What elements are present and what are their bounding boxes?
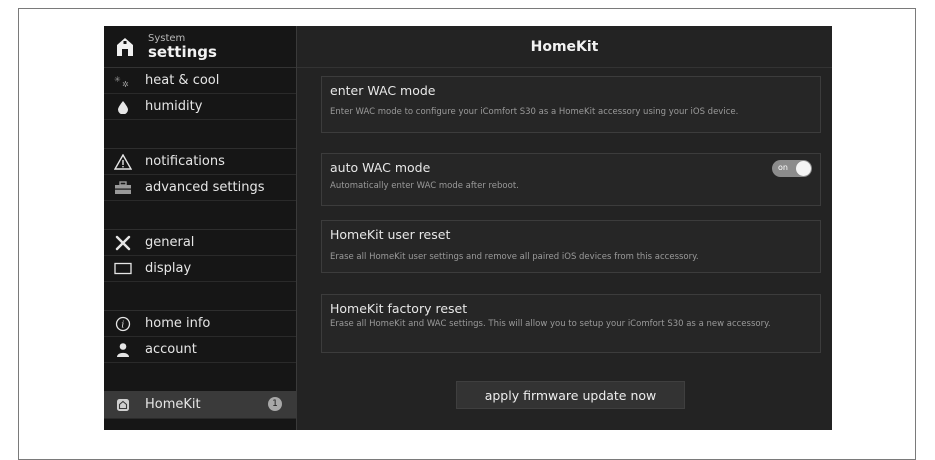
svg-text:✳: ✳ <box>114 75 121 84</box>
sidebar-item-account[interactable]: account <box>104 337 296 363</box>
sidebar-title: System settings <box>148 32 217 61</box>
tools-icon <box>114 235 132 251</box>
card-description: Erase all HomeKit and WAC settings. This… <box>330 319 771 329</box>
sidebar-item-advanced-settings[interactable]: advanced settings <box>104 175 296 201</box>
toggle-knob <box>796 161 811 176</box>
info-icon: i <box>114 316 132 332</box>
svg-text:i: i <box>121 320 124 330</box>
card-title: HomeKit factory reset <box>330 301 468 316</box>
sidebar-item-display[interactable]: display <box>104 256 296 282</box>
sidebar-item-label: heat & cool <box>145 73 220 88</box>
sidebar-item-humidity[interactable]: humidity <box>104 94 296 120</box>
homekit-user-reset-card[interactable]: HomeKit user reset Erase all HomeKit use… <box>321 220 821 273</box>
sidebar-item-homekit[interactable]: HomeKit 1 <box>104 391 296 419</box>
sidebar: System settings ✳ ✲ heat & cool humidity <box>104 26 297 430</box>
thermostat-screen: System settings ✳ ✲ heat & cool humidity <box>104 26 832 430</box>
home-icon <box>117 37 133 56</box>
page-title: HomeKit <box>297 26 832 68</box>
svg-text:✲: ✲ <box>122 80 129 88</box>
sidebar-item-label: home info <box>145 316 211 331</box>
sidebar-header: System settings <box>104 26 296 68</box>
sidebar-item-general[interactable]: general <box>104 230 296 256</box>
sidebar-title-small: System <box>148 32 186 44</box>
auto-wac-mode-card: auto WAC mode Automatically enter WAC mo… <box>321 153 821 206</box>
sidebar-item-notifications[interactable]: notifications <box>104 149 296 175</box>
sidebar-item-heat-cool[interactable]: ✳ ✲ heat & cool <box>104 68 296 94</box>
auto-wac-toggle[interactable]: on <box>772 160 812 177</box>
sidebar-item-label: notifications <box>145 154 225 169</box>
homekit-icon <box>114 397 132 413</box>
card-title: auto WAC mode <box>330 160 431 175</box>
toolbox-icon <box>114 180 132 196</box>
card-description: Erase all HomeKit user settings and remo… <box>330 252 699 262</box>
homekit-factory-reset-card[interactable]: HomeKit factory reset Erase all HomeKit … <box>321 294 821 353</box>
droplet-icon <box>114 99 132 115</box>
sidebar-item-label: humidity <box>145 99 203 114</box>
card-description: Automatically enter WAC mode after reboo… <box>330 181 519 191</box>
person-icon <box>114 342 132 358</box>
sidebar-title-large: settings <box>148 42 217 61</box>
display-icon <box>114 261 132 277</box>
card-title: enter WAC mode <box>330 83 436 98</box>
heat-cool-icon: ✳ ✲ <box>114 73 132 89</box>
sidebar-item-label: display <box>145 261 192 276</box>
enter-wac-mode-card[interactable]: enter WAC mode Enter WAC mode to configu… <box>321 76 821 133</box>
sidebar-item-home-info[interactable]: i home info <box>104 311 296 337</box>
toggle-label: on <box>778 163 788 172</box>
card-description: Enter WAC mode to configure your iComfor… <box>330 107 739 117</box>
notification-badge: 1 <box>268 397 282 411</box>
sidebar-item-label: HomeKit <box>145 397 201 412</box>
warning-triangle-icon <box>114 153 132 170</box>
card-title: HomeKit user reset <box>330 227 451 242</box>
apply-firmware-update-button[interactable]: apply firmware update now <box>456 381 685 409</box>
sidebar-item-label: advanced settings <box>145 180 265 195</box>
sidebar-item-label: general <box>145 235 195 250</box>
sidebar-item-label: account <box>145 342 197 357</box>
main-panel: HomeKit enter WAC mode Enter WAC mode to… <box>297 26 832 430</box>
